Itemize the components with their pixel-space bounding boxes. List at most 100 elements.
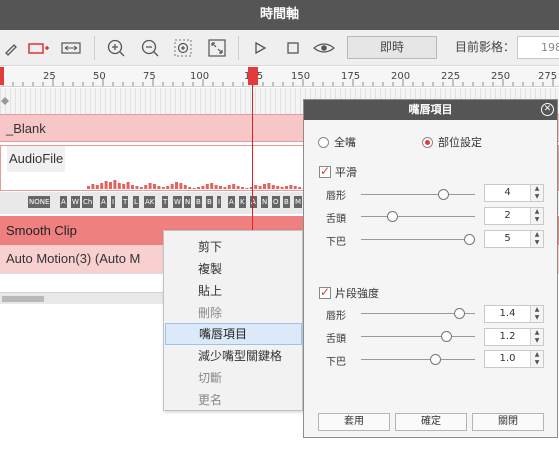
audio-waveform — [87, 180, 306, 189]
smooth-tongue-slider-knob[interactable] — [386, 211, 398, 222]
viseme-key[interactable]: L — [133, 196, 139, 208]
dialog-title-bar[interactable]: 嘴唇項目 ✕ — [304, 100, 557, 120]
smooth-tongue-value[interactable]: 2 — [485, 208, 530, 224]
menu-item-lip-options[interactable]: 嘴唇項目 — [165, 323, 302, 345]
smooth-lips-slider-knob[interactable] — [438, 189, 450, 200]
waveform-bar — [153, 184, 156, 189]
strength-checkbox-label: 片段強度 — [335, 287, 379, 300]
spinner-arrows-icon[interactable]: ▲ ▼ — [530, 231, 543, 247]
fit-width-icon[interactable] — [60, 37, 82, 59]
close-button[interactable]: 關閉 — [472, 413, 544, 431]
menu-item-copy[interactable]: 複製 — [165, 258, 302, 280]
radio-dot-selected — [422, 136, 433, 148]
radio-part-settings[interactable]: 部位設定 — [422, 134, 482, 150]
viseme-key[interactable]: A — [100, 196, 107, 208]
viseme-key[interactable]: Ch — [82, 196, 94, 208]
add-clip-icon[interactable] — [28, 37, 50, 59]
viseme-key[interactable]: K — [239, 196, 246, 208]
strength-tongue-slider-knob[interactable] — [441, 331, 453, 342]
strength-jaw-spinner[interactable]: 1.0 ▲ ▼ — [484, 350, 544, 368]
waveform-bar — [144, 185, 148, 189]
apply-button[interactable]: 套用 — [318, 413, 390, 431]
viseme-key[interactable]: I — [217, 196, 222, 208]
stop-icon[interactable] — [282, 37, 304, 59]
scrollbar-thumb[interactable] — [2, 296, 44, 302]
viseme-key[interactable]: N — [184, 196, 192, 208]
smooth-tongue-spinner[interactable]: 2 ▲ ▼ — [484, 207, 544, 225]
smooth-lips-value[interactable]: 4 — [485, 185, 530, 201]
waveform-bar — [267, 183, 271, 189]
strength-checkbox[interactable]: 片段強度 — [319, 285, 379, 301]
timeline-ruler[interactable]: 25 50 75 100 125 150 175 200 225 250 275 — [0, 67, 559, 87]
menu-item-cut[interactable]: 剪下 — [165, 236, 302, 258]
menu-item-break[interactable]: 切斷 — [165, 367, 302, 389]
strength-jaw-slider-knob[interactable] — [430, 354, 441, 365]
viseme-key[interactable]: NONE — [28, 196, 51, 208]
waveform-bar — [135, 186, 139, 189]
viseme-key[interactable]: W — [173, 196, 182, 208]
viseme-key[interactable]: I — [111, 196, 116, 208]
viseme-key[interactable]: B — [206, 196, 213, 208]
close-icon[interactable]: ✕ — [541, 103, 554, 116]
strength-jaw-slider[interactable] — [361, 359, 475, 360]
spinner-arrows-icon[interactable]: ▲ ▼ — [530, 306, 543, 322]
radio-dot — [318, 136, 329, 148]
realtime-button[interactable]: 即時 — [347, 36, 437, 59]
smooth-jaw-spinner[interactable]: 5 ▲ ▼ — [484, 230, 544, 248]
viseme-key[interactable]: B — [283, 196, 290, 208]
smooth-jaw-value[interactable]: 5 — [485, 231, 530, 247]
smooth-jaw-slider[interactable] — [361, 239, 475, 240]
strength-tongue-value[interactable]: 1.2 — [485, 329, 530, 345]
viseme-key[interactable]: A — [60, 196, 67, 208]
ok-button[interactable]: 確定 — [395, 413, 467, 431]
strength-tongue-slider[interactable] — [361, 336, 475, 337]
viseme-key[interactable]: AK — [144, 196, 156, 208]
spinner-arrows-icon[interactable]: ▲ ▼ — [530, 185, 543, 201]
waveform-bar — [179, 183, 183, 189]
smooth-lips-spinner[interactable]: 4 ▲ ▼ — [484, 184, 544, 202]
smooth-checkbox[interactable]: 平滑 — [319, 164, 357, 180]
strength-lips-spinner[interactable]: 1.4 ▲ ▼ — [484, 305, 544, 323]
current-frame-field[interactable]: 198 — [517, 36, 559, 59]
radio-whole-mouth[interactable]: 全嘴 — [318, 134, 356, 150]
waveform-bar — [117, 183, 121, 189]
strength-lips-slider-knob[interactable] — [453, 308, 465, 319]
checkbox-checked-icon — [319, 285, 331, 299]
viseme-key[interactable]: W — [71, 196, 80, 208]
waveform-bar — [263, 184, 266, 189]
fullscreen-icon[interactable] — [206, 37, 228, 59]
waveform-bar — [100, 183, 104, 189]
playhead-handle[interactable] — [248, 67, 258, 85]
zoom-in-icon[interactable] — [105, 37, 127, 59]
start-marker[interactable] — [0, 67, 4, 85]
spinner-arrows-icon[interactable]: ▲ ▼ — [530, 351, 543, 367]
viseme-key[interactable]: N — [261, 196, 269, 208]
menu-item-rename[interactable]: 更名 — [165, 389, 302, 411]
viseme-key[interactable]: A — [228, 196, 235, 208]
strength-jaw-value[interactable]: 1.0 — [485, 351, 530, 367]
zoom-out-icon[interactable] — [139, 37, 161, 59]
toolbar: 即時 目前影格： 198 — [0, 30, 559, 66]
spinner-arrows-icon[interactable]: ▲ ▼ — [530, 329, 543, 345]
waveform-bar — [271, 185, 275, 189]
preview-eye-icon[interactable] — [313, 37, 335, 59]
strength-tongue-spinner[interactable]: 1.2 ▲ ▼ — [484, 328, 544, 346]
viseme-key[interactable]: M — [294, 196, 303, 208]
menu-item-paste[interactable]: 貼上 — [165, 280, 302, 302]
smooth-tongue-slider[interactable] — [361, 216, 475, 217]
viseme-key[interactable]: B — [195, 196, 202, 208]
smooth-lips-slider[interactable] — [361, 194, 475, 195]
smooth-jaw-slider-knob[interactable] — [464, 234, 475, 245]
menu-item-reduce-lip-keys[interactable]: 減少嘴型關鍵格 — [165, 345, 302, 367]
viseme-key[interactable]: T — [162, 196, 169, 208]
zoom-fit-icon[interactable] — [172, 37, 194, 59]
play-icon[interactable] — [249, 37, 271, 59]
waveform-bar — [95, 185, 99, 189]
viseme-key[interactable]: T — [122, 196, 129, 208]
viseme-key[interactable]: O — [272, 196, 280, 208]
spinner-arrows-icon[interactable]: ▲ ▼ — [530, 208, 543, 224]
strength-lips-value[interactable]: 1.4 — [485, 306, 530, 322]
menu-item-delete[interactable]: 刪除 — [165, 302, 302, 324]
waveform-bar — [219, 186, 222, 189]
pen-tool-icon[interactable] — [0, 37, 22, 59]
